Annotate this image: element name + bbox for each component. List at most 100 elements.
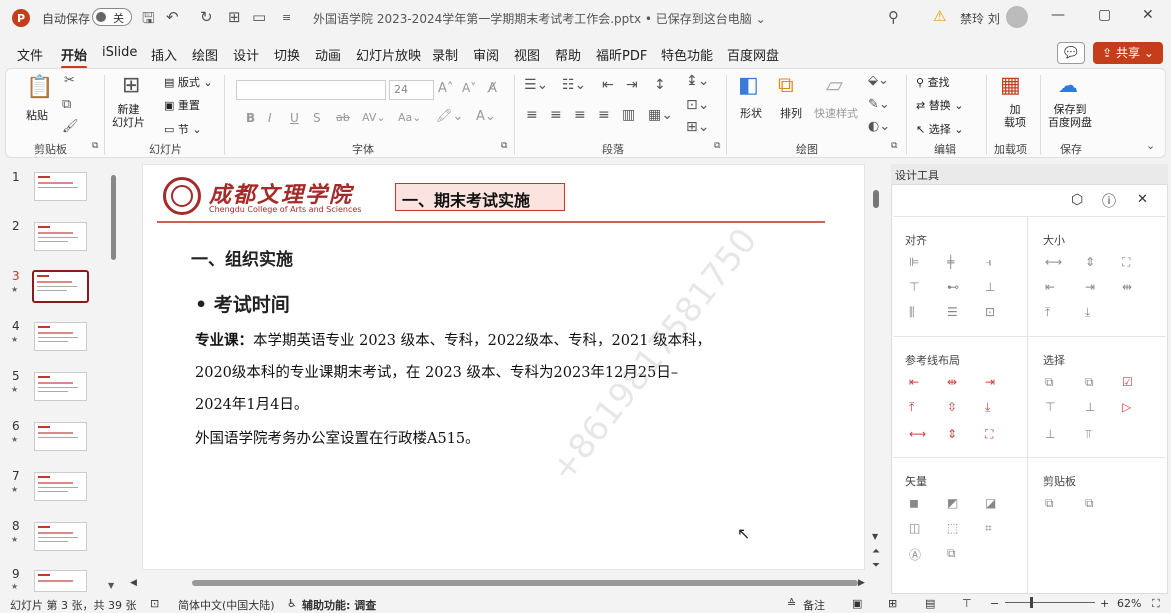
- body-text-line[interactable]: 外国语学院考务办公室设置在行政楼A515。: [195, 427, 480, 448]
- select-same-icon[interactable]: ⧉: [1085, 375, 1099, 389]
- search-icon[interactable]: ⚲: [888, 8, 899, 26]
- slide-thumbnail[interactable]: [34, 172, 87, 201]
- combine-icon[interactable]: ◩: [947, 496, 961, 510]
- text-box-icon[interactable]: Ⓐ: [909, 546, 923, 562]
- accessibility-icon[interactable]: ♿: [287, 597, 297, 610]
- font-size-select[interactable]: 24: [389, 80, 434, 100]
- select-checked-icon[interactable]: ☑: [1122, 375, 1136, 389]
- close-pane-icon[interactable]: ✕: [1137, 192, 1148, 207]
- columns-icon[interactable]: ▦⌄: [648, 107, 673, 123]
- tab-foxit-pdf[interactable]: 福昕PDF: [596, 45, 647, 64]
- distribute-v-icon[interactable]: ☰: [947, 305, 961, 319]
- paste-icon[interactable]: 📋: [26, 75, 53, 100]
- subtract-icon[interactable]: ⬚: [947, 521, 961, 535]
- settings-icon[interactable]: ⬡: [1071, 192, 1083, 208]
- numbering-icon[interactable]: ☷⌄: [562, 77, 586, 93]
- zoom-out-icon[interactable]: −: [990, 597, 999, 610]
- select-triangle-icon[interactable]: ▷: [1122, 400, 1136, 414]
- same-size-icon[interactable]: ⛶: [1122, 255, 1136, 269]
- duplicate-shape-icon[interactable]: ⧉: [947, 546, 961, 560]
- increase-font-icon[interactable]: A˄: [438, 81, 453, 96]
- align-center-icon[interactable]: ╪: [947, 255, 961, 269]
- tab-help[interactable]: 帮助: [555, 45, 581, 64]
- tab-features[interactable]: 特色功能: [661, 45, 713, 64]
- fragment-icon[interactable]: ◪: [985, 496, 999, 510]
- stretch-left-icon[interactable]: ⇤: [1045, 280, 1059, 294]
- stretch-bottom-icon[interactable]: ⤓: [1085, 305, 1099, 319]
- slide-thumbnail[interactable]: [34, 522, 87, 551]
- section-heading[interactable]: 一、组织实施: [191, 245, 293, 270]
- distribute-h-icon[interactable]: ⫼: [909, 305, 923, 319]
- select-button[interactable]: ↖ 选择 ⌄: [916, 121, 963, 137]
- shape-outline-icon[interactable]: ✎⌄: [868, 97, 890, 112]
- slide-thumbnail[interactable]: [34, 322, 87, 351]
- strikethrough-icon[interactable]: ab: [336, 111, 350, 124]
- tab-animations[interactable]: 动画: [315, 45, 341, 64]
- body-text-line[interactable]: 2024年1月4日。: [195, 393, 308, 414]
- align-text-icon[interactable]: ⊡⌄: [686, 97, 709, 113]
- new-slide-icon[interactable]: ⊞: [122, 73, 140, 98]
- stretch-right-icon[interactable]: ⇥: [1085, 280, 1099, 294]
- align-left-icon[interactable]: ≡: [526, 107, 538, 123]
- select-top-icon[interactable]: ⊤: [1045, 400, 1059, 414]
- select-down-icon[interactable]: ⊥: [1045, 427, 1059, 441]
- slideshow-icon[interactable]: ⊤: [962, 597, 972, 610]
- dialog-launcher-icon[interactable]: ⧉: [92, 141, 98, 151]
- minimize-icon[interactable]: —: [1051, 7, 1065, 23]
- editor-hscrollbar[interactable]: [192, 580, 858, 586]
- align-left-icon[interactable]: ⊫: [909, 255, 923, 269]
- decrease-indent-icon[interactable]: ⇤: [602, 77, 614, 93]
- slide-thumbnail[interactable]: [34, 372, 87, 401]
- baidu-cloud-icon[interactable]: ☁: [1058, 73, 1078, 97]
- layout-button[interactable]: ▤ 版式 ⌄: [164, 74, 213, 90]
- paste-button[interactable]: 粘贴: [26, 107, 48, 123]
- line-spacing-icon[interactable]: ↕: [654, 77, 666, 93]
- section-button[interactable]: ▭ 节 ⌄: [164, 121, 202, 137]
- align-center-icon[interactable]: ≡: [550, 107, 562, 123]
- shadow-icon[interactable]: S: [313, 111, 321, 125]
- body-text-line[interactable]: 2020级本科的专业课期末考试，在 2023 级本、专科为2023年12月25日…: [195, 361, 678, 382]
- tab-islide[interactable]: iSlide: [102, 45, 137, 60]
- help-icon[interactable]: ⓘ: [1102, 191, 1116, 211]
- tab-home[interactable]: 开始: [61, 45, 88, 69]
- align-right-icon[interactable]: ≡: [574, 107, 586, 123]
- justify-icon[interactable]: ≡: [598, 107, 610, 123]
- same-height-icon[interactable]: ⇕: [1085, 255, 1099, 269]
- notes-icon[interactable]: ≙: [787, 597, 796, 610]
- collapse-ribbon-icon[interactable]: ⌄: [1146, 139, 1155, 152]
- next-slide-icon[interactable]: ⏷: [872, 560, 880, 571]
- undo-icon[interactable]: ↶: [166, 8, 179, 26]
- bold-icon[interactable]: B: [246, 111, 255, 125]
- dialog-launcher-icon[interactable]: ⧉: [891, 141, 897, 151]
- bounding-box-icon[interactable]: ⌗: [985, 521, 999, 535]
- save-icon[interactable]: 🖫: [142, 8, 155, 33]
- share-button[interactable]: ⇪ 共享 ⌄: [1093, 42, 1163, 64]
- guide-middle-icon[interactable]: ⇳: [947, 400, 961, 414]
- comments-button[interactable]: 💬: [1057, 42, 1085, 64]
- replace-button[interactable]: ⇄ 替换 ⌄: [916, 97, 963, 113]
- arrange-icon[interactable]: ⧉: [778, 73, 794, 98]
- highlight-icon[interactable]: 🖍⌄: [436, 109, 463, 124]
- close-icon[interactable]: ✕: [1142, 7, 1154, 23]
- addins-icon[interactable]: ▦: [1000, 73, 1021, 98]
- cut-icon[interactable]: ✂: [64, 73, 75, 88]
- find-button[interactable]: ⚲ 查找: [916, 74, 950, 90]
- font-family-select[interactable]: [236, 80, 386, 100]
- clear-format-icon[interactable]: A̸: [488, 81, 497, 96]
- present-icon[interactable]: ⊞: [228, 8, 241, 26]
- guide-right-icon[interactable]: ⇥: [985, 375, 999, 389]
- shapes-icon[interactable]: ◧: [738, 73, 759, 98]
- tab-baidu-netdisk[interactable]: 百度网盘: [727, 45, 779, 64]
- avatar[interactable]: [1006, 6, 1028, 28]
- guide-center-icon[interactable]: ⇹: [947, 375, 961, 389]
- copy-icon[interactable]: ⧉: [62, 97, 71, 112]
- slide-thumbnail[interactable]: [34, 570, 87, 592]
- slide-thumbnail[interactable]: [34, 472, 87, 501]
- scroll-left-icon[interactable]: ◀: [130, 578, 137, 588]
- tab-insert[interactable]: 插入: [151, 45, 177, 64]
- slide-thumbnail[interactable]: [34, 222, 87, 251]
- select-mid-icon[interactable]: ⫪: [1085, 427, 1099, 441]
- same-width-icon[interactable]: ⟷: [1045, 255, 1062, 269]
- tab-file[interactable]: 文件: [17, 45, 43, 64]
- slide-sorter-icon[interactable]: ⊞: [888, 597, 897, 610]
